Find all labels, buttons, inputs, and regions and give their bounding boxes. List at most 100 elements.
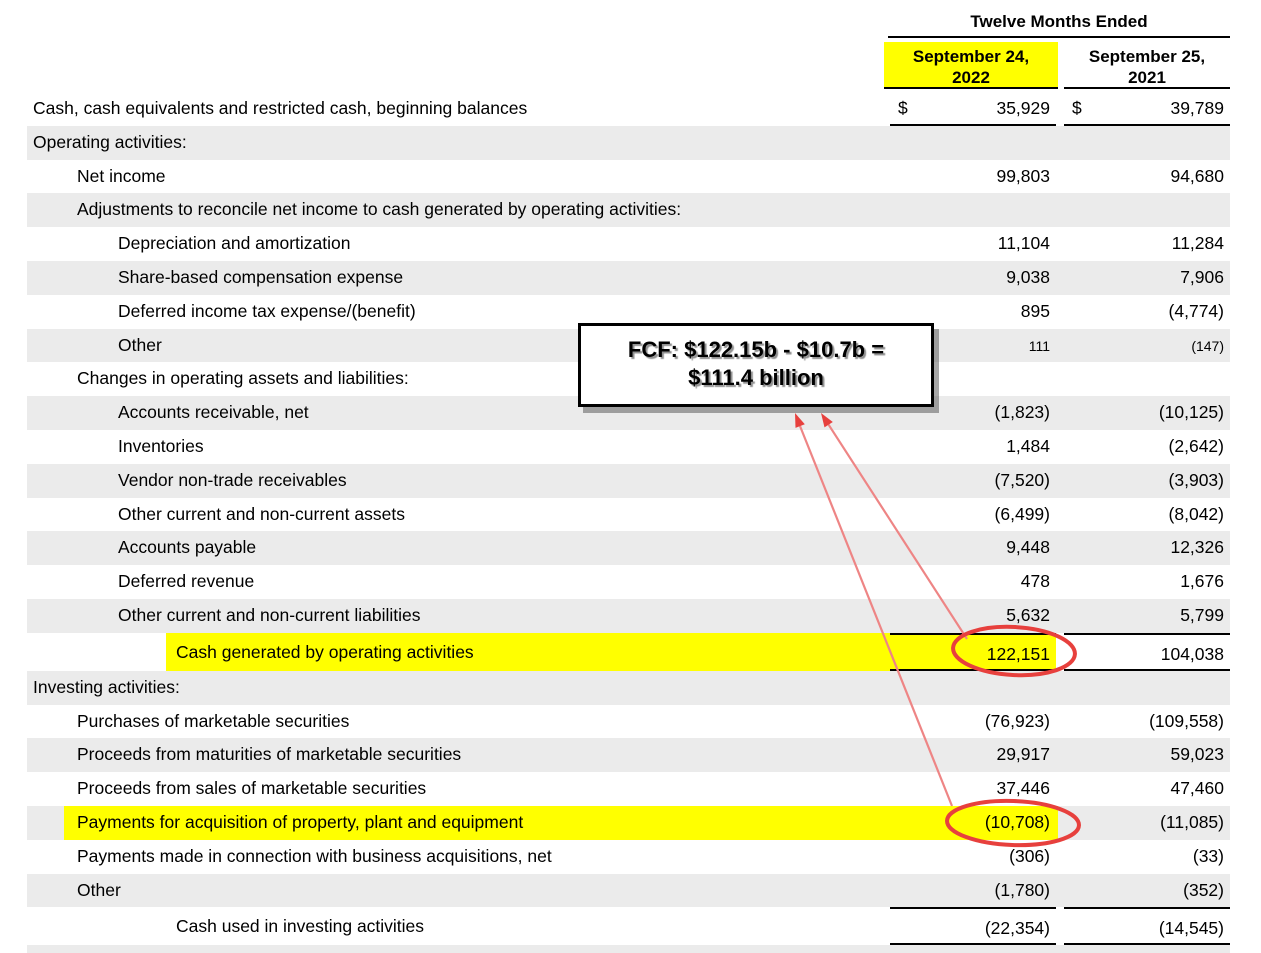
- row-label: Proceeds from maturities of marketable s…: [77, 744, 462, 765]
- row-label: Purchases of marketable securities: [77, 710, 350, 731]
- table-row: Cash used in investing activities (22,354…: [0, 907, 1261, 946]
- table-row: Accounts payable 9,448 12,326: [0, 531, 1261, 565]
- value-text: (2,642): [1168, 435, 1224, 456]
- table-row: Vendor non-trade receivables (7,520) (3,90…: [0, 463, 1261, 498]
- row-label: Deferred income tax expense/(benefit): [118, 300, 416, 321]
- column-header-sep-24-2022: September 24, 2022: [884, 42, 1058, 89]
- currency-symbol: $: [1072, 98, 1082, 118]
- value-cell: (109,558): [1064, 705, 1230, 739]
- value-cell: (11,085): [1064, 806, 1230, 840]
- row-label: Other current and non-current liabilitie…: [118, 604, 421, 625]
- value-cell: 12,326: [1064, 531, 1230, 565]
- value-cell: 9,038: [890, 261, 1056, 295]
- value-cell: 11,104: [890, 227, 1056, 261]
- value-text: (3,903): [1168, 469, 1224, 490]
- table-row: Cash generated by operating activities 12…: [0, 632, 1261, 671]
- value-text: (147): [1191, 337, 1224, 354]
- value-text: 47,460: [1170, 778, 1224, 799]
- row-label: Cash generated by operating activities: [176, 641, 474, 662]
- column-header-line2: 2021: [1128, 68, 1166, 87]
- currency-symbol: $: [898, 98, 908, 118]
- value-cell: 11,284: [1064, 227, 1230, 261]
- value-text: (6,499): [994, 503, 1050, 524]
- value-cell: 5,799: [1064, 599, 1230, 633]
- value-text: (11,085): [1160, 811, 1224, 832]
- value-cell: 5,632: [890, 599, 1056, 633]
- row-label: Inventories: [118, 435, 204, 456]
- value-text: 9,448: [1006, 537, 1050, 558]
- table-row: Other (1,780) (352): [0, 873, 1261, 908]
- value-cell: 94,680: [1064, 160, 1230, 194]
- value-cell: 29,917: [890, 738, 1056, 772]
- row-label: Share-based compensation expense: [118, 266, 404, 287]
- table-row: Investing activities:: [0, 670, 1261, 705]
- value-text: 5,799: [1180, 604, 1224, 625]
- cash-flow-statement-page: Twelve Months Ended September 24, 2022 S…: [0, 0, 1261, 953]
- table-row: Purchases of marketable securities (76,92…: [0, 705, 1261, 739]
- value-cell: (7,520): [890, 464, 1056, 498]
- value-cell: 37,446: [890, 772, 1056, 806]
- table-row: Payments for acquisition of property, pl…: [0, 805, 1261, 840]
- value-cell: $39,789: [1064, 92, 1230, 126]
- row-label: Net income: [77, 165, 166, 186]
- value-cell: $35,929: [890, 92, 1056, 126]
- row-label: Depreciation and amortization: [118, 233, 351, 254]
- value-text: (10,125): [1158, 402, 1224, 423]
- table-row: Depreciation and amortization 11,104 11,28…: [0, 227, 1261, 261]
- value-cell: (22,354): [890, 907, 1056, 946]
- row-label: Other: [118, 334, 162, 355]
- column-header-line2: 2022: [952, 68, 990, 87]
- value-cell: 9,448: [890, 531, 1056, 565]
- value-text: (8,042): [1168, 503, 1224, 524]
- table-row: Adjustments to reconcile net income to c…: [0, 193, 1261, 227]
- value-cell: 478: [890, 565, 1056, 599]
- value-cell: 122,151: [890, 632, 1056, 671]
- value-cell: (3,903): [1064, 464, 1230, 498]
- row-label: Adjustments to reconcile net income to c…: [77, 199, 682, 220]
- table-row: Proceeds from maturities of marketable s…: [0, 738, 1261, 772]
- table-row: Deferred revenue 478 1,676: [0, 565, 1261, 599]
- value-text: 122,151: [986, 643, 1050, 664]
- value-text: 111: [1028, 337, 1050, 354]
- table-row: Operating activities:: [0, 125, 1261, 160]
- row-label: Vendor non-trade receivables: [118, 469, 347, 490]
- value-cell: (1,780): [890, 874, 1056, 908]
- value-text: (352): [1183, 879, 1224, 900]
- row-label: Accounts payable: [118, 537, 257, 558]
- column-header-sep-25-2021: September 25, 2021: [1064, 42, 1230, 89]
- value-cell: 99,803: [890, 160, 1056, 194]
- value-cell: (33): [1064, 840, 1230, 874]
- value-text: 59,023: [1170, 744, 1224, 765]
- value-text: (4,774): [1168, 300, 1224, 321]
- value-cell: 104,038: [1064, 632, 1230, 671]
- callout-line2: $111.4 billion: [688, 365, 824, 390]
- value-text: 5,632: [1006, 604, 1050, 625]
- value-text: 37,446: [996, 778, 1050, 799]
- value-text: (10,708): [984, 811, 1050, 832]
- row-label: Operating activities:: [33, 131, 187, 152]
- row-label: Changes in operating assets and liabilit…: [77, 368, 409, 389]
- value-text: (1,780): [994, 879, 1050, 900]
- value-text: 11,104: [997, 233, 1050, 254]
- table-row: Financing activities:: [0, 945, 1261, 953]
- column-header-line1: September 24,: [912, 47, 1030, 66]
- value-cell: (10,708): [890, 806, 1056, 840]
- value-cell: 1,676: [1064, 565, 1230, 599]
- value-cell: (6,499): [890, 498, 1056, 532]
- value-text: 1,676: [1180, 571, 1224, 592]
- value-cell: (352): [1064, 874, 1230, 908]
- value-text: (109,558): [1149, 710, 1224, 731]
- value-cell: 47,460: [1064, 772, 1230, 806]
- row-label: Investing activities:: [33, 676, 180, 697]
- value-text: 35,929: [996, 98, 1050, 118]
- callout-line1: FCF: $122.15b - $10.7b =: [627, 337, 885, 362]
- table-row: Other current and non-current assets (6,4…: [0, 498, 1261, 532]
- fcf-callout-box: FCF: $122.15b - $10.7b = $111.4 billion: [578, 323, 934, 407]
- table-row: Net income 99,803 94,680: [0, 160, 1261, 194]
- row-label: Cash used in investing activities: [176, 916, 425, 937]
- value-text: (33): [1192, 845, 1224, 866]
- row-label: Accounts receivable, net: [118, 402, 309, 423]
- value-cell: (8,042): [1064, 498, 1230, 532]
- value-cell: (4,774): [1064, 295, 1230, 329]
- value-text: 11,284: [1171, 233, 1224, 254]
